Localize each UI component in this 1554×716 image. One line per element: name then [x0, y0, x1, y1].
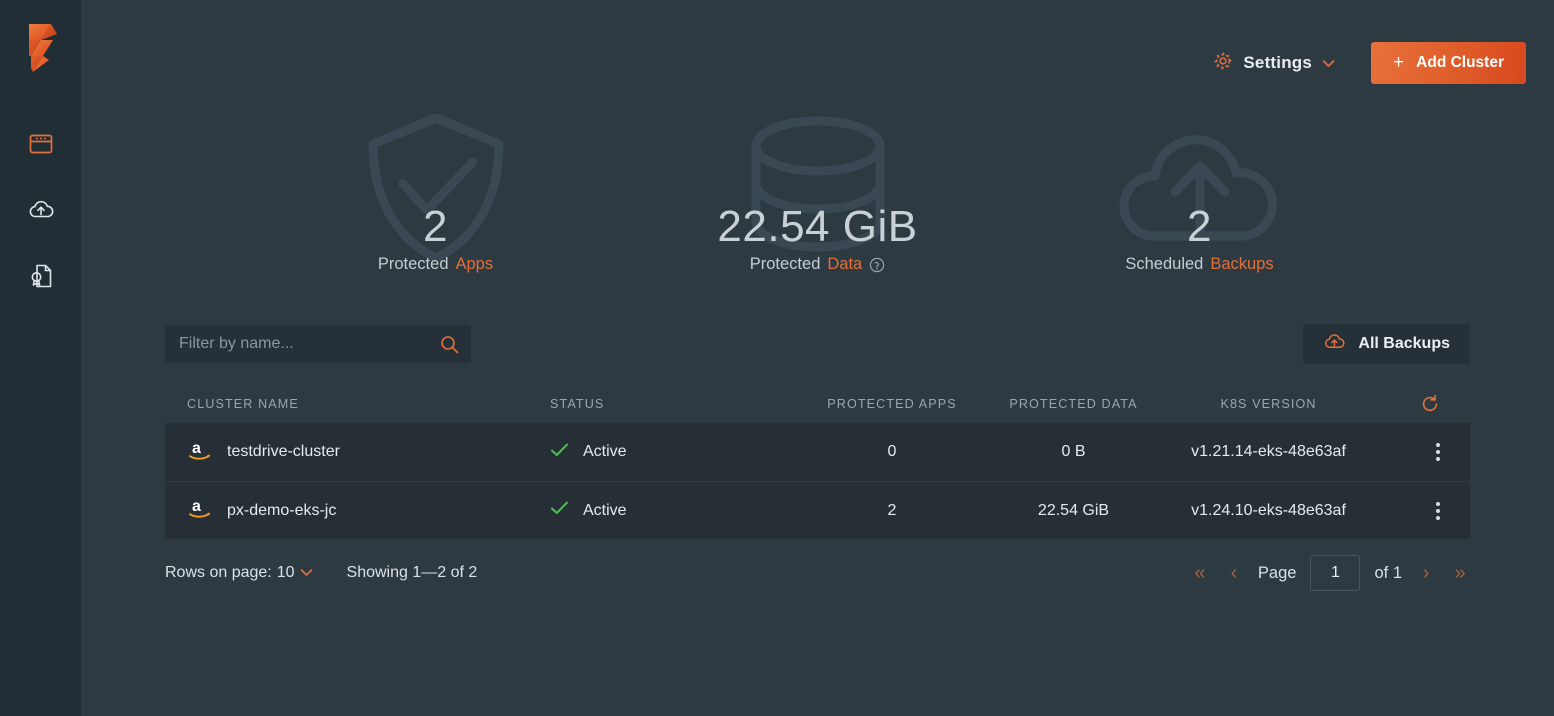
check-icon	[550, 500, 569, 521]
page-total-label: of 1	[1374, 564, 1402, 583]
add-cluster-button[interactable]: + Add Cluster	[1371, 42, 1526, 84]
table-footer: Rows on page: 10 Showing 1—2 of 2 « ‹ Pa…	[165, 555, 1470, 591]
cell-cluster-name: a testdrive-cluster	[165, 439, 550, 466]
stat-value: 2	[1090, 202, 1310, 252]
column-header-status: STATUS	[550, 397, 798, 411]
stat-label-accent: Apps	[456, 255, 494, 274]
sidebar-item-licenses[interactable]	[17, 254, 65, 302]
stat-protected-apps: 2 Protected Apps	[326, 110, 546, 310]
all-backups-label: All Backups	[1358, 335, 1450, 353]
main-content: Settings + Add Cluster 2 Protected	[81, 0, 1554, 716]
first-page-button[interactable]: «	[1190, 563, 1210, 583]
cloud-backup-icon	[27, 197, 55, 228]
cloud-upload-icon	[1323, 332, 1346, 356]
stat-value: 22.54 GiB	[708, 202, 928, 252]
refresh-icon[interactable]	[1420, 394, 1444, 414]
showing-range-text: Showing 1—2 of 2	[347, 564, 478, 582]
cell-protected-apps: 0	[798, 443, 986, 461]
rows-per-page-select[interactable]: Rows on page: 10	[165, 564, 313, 582]
portworx-logo[interactable]	[19, 18, 63, 78]
column-header-k8s-version: K8S VERSION	[1161, 397, 1376, 411]
kebab-menu-icon[interactable]	[1432, 439, 1444, 465]
stat-protected-data: 22.54 GiB Protected Data	[708, 110, 928, 310]
search-input[interactable]	[165, 335, 440, 353]
chevron-down-icon	[300, 564, 313, 582]
aws-logo-icon: a	[187, 439, 213, 466]
cell-status: Active	[550, 500, 798, 521]
kebab-menu-icon[interactable]	[1432, 498, 1444, 524]
cluster-name-text: px-demo-eks-jc	[227, 502, 336, 520]
sidebar-item-backups[interactable]	[17, 188, 65, 236]
license-document-icon	[28, 262, 54, 295]
status-text: Active	[583, 502, 627, 520]
cell-cluster-name: a px-demo-eks-jc	[165, 497, 550, 524]
cell-k8s-version: v1.21.14-eks-48e63af	[1161, 443, 1376, 461]
page-number-input[interactable]	[1310, 555, 1360, 591]
cell-protected-apps: 2	[798, 502, 986, 520]
stat-value: 2	[326, 202, 546, 252]
page-label: Page	[1258, 564, 1297, 583]
cell-protected-data: 22.54 GiB	[986, 502, 1161, 520]
cell-status: Active	[550, 442, 798, 463]
aws-logo-icon: a	[187, 497, 213, 524]
chevron-down-icon	[1322, 57, 1335, 70]
rows-per-page-value: 10	[277, 564, 295, 582]
svg-text:a: a	[192, 498, 201, 515]
stat-label-accent: Data	[827, 255, 862, 274]
top-bar: Settings + Add Cluster	[81, 0, 1554, 118]
column-header-cluster-name: CLUSTER NAME	[165, 397, 550, 411]
check-icon	[550, 442, 569, 463]
gear-icon	[1213, 51, 1233, 76]
last-page-button[interactable]: »	[1450, 563, 1470, 583]
prev-page-button[interactable]: ‹	[1224, 563, 1244, 583]
table-header-row: CLUSTER NAME STATUS PROTECTED APPS PROTE…	[165, 385, 1470, 423]
column-header-protected-apps: PROTECTED APPS	[798, 397, 986, 411]
stat-label-plain: Protected	[378, 255, 449, 274]
all-backups-button[interactable]: All Backups	[1303, 324, 1470, 364]
svg-text:a: a	[192, 440, 201, 457]
settings-label: Settings	[1243, 53, 1312, 73]
next-page-button[interactable]: ›	[1416, 563, 1436, 583]
sidebar	[0, 0, 81, 716]
cluster-table: CLUSTER NAME STATUS PROTECTED APPS PROTE…	[165, 385, 1470, 539]
help-circle-icon[interactable]	[869, 257, 885, 273]
clusters-icon	[28, 131, 54, 162]
cluster-table-section: All Backups CLUSTER NAME STATUS PROTECTE…	[81, 324, 1554, 591]
cell-protected-data: 0 B	[986, 443, 1161, 461]
table-row[interactable]: a px-demo-eks-jc Active 2	[165, 481, 1470, 539]
column-header-protected-data: PROTECTED DATA	[986, 397, 1161, 411]
stat-label: Scheduled Backups	[1090, 255, 1310, 274]
stat-label: Protected Data	[708, 255, 928, 274]
table-toolbar: All Backups	[109, 324, 1526, 364]
stat-label-accent: Backups	[1210, 255, 1273, 274]
rows-per-page-label: Rows on page:	[165, 564, 272, 582]
status-text: Active	[583, 443, 627, 461]
settings-menu-button[interactable]: Settings	[1213, 51, 1335, 76]
stats-summary: 2 Protected Apps 22.54 GiB Protected Dat…	[81, 110, 1554, 310]
stat-label-plain: Protected	[750, 255, 821, 274]
cell-k8s-version: v1.24.10-eks-48e63af	[1161, 502, 1376, 520]
search-box[interactable]	[165, 325, 471, 363]
stat-label-plain: Scheduled	[1125, 255, 1203, 274]
search-icon[interactable]	[440, 335, 459, 354]
table-row[interactable]: a testdrive-cluster Active 0	[165, 423, 1470, 481]
plus-icon: +	[1393, 53, 1404, 72]
add-cluster-label: Add Cluster	[1416, 54, 1504, 72]
sidebar-item-clusters[interactable]	[17, 122, 65, 170]
stat-scheduled-backups: 2 Scheduled Backups	[1090, 110, 1310, 310]
pagination: « ‹ Page of 1 › »	[1190, 555, 1470, 591]
cluster-name-text: testdrive-cluster	[227, 443, 340, 461]
stat-label: Protected Apps	[326, 255, 546, 274]
